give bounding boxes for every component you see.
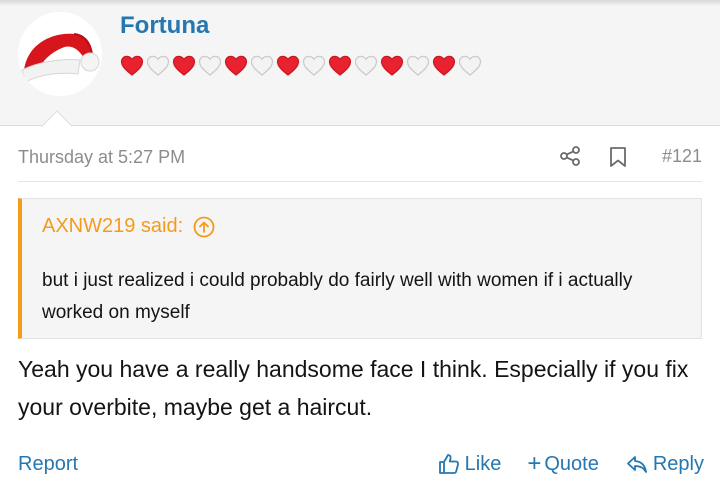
top-shadow xyxy=(0,0,720,6)
post-number[interactable]: #121 xyxy=(662,146,702,167)
post-meta: Thursday at 5:27 PM #121 xyxy=(18,145,702,169)
red-heart-icon xyxy=(380,55,404,76)
santa-hat-icon xyxy=(21,33,100,83)
user-header: Fortuna xyxy=(0,0,720,126)
divider xyxy=(18,181,702,182)
like-button[interactable]: Like xyxy=(437,452,502,476)
post-footer: Report Like + Quote Reply xyxy=(18,452,704,480)
white-heart-icon xyxy=(250,55,274,76)
white-heart-icon xyxy=(458,55,482,76)
like-label: Like xyxy=(464,452,502,475)
bookmark-icon[interactable] xyxy=(608,146,628,168)
post-date[interactable]: Thursday at 5:27 PM xyxy=(18,147,185,168)
reply-icon xyxy=(626,456,647,473)
red-heart-icon xyxy=(172,55,196,76)
red-heart-icon xyxy=(432,55,456,76)
quote-text: but i just realized i could probably do … xyxy=(42,270,633,323)
quote-label: Quote xyxy=(544,452,599,475)
white-heart-icon xyxy=(354,55,378,76)
plus-icon: + xyxy=(527,450,542,477)
reply-button[interactable]: Reply xyxy=(625,452,704,476)
red-heart-icon xyxy=(276,55,300,76)
username[interactable]: Fortuna xyxy=(120,12,209,40)
message-text: Yeah you have a really handsome face I t… xyxy=(18,356,689,420)
quote-button[interactable]: + Quote xyxy=(527,450,599,477)
arrow-up-circle-icon[interactable] xyxy=(193,216,215,238)
quote-author: AXNW219 said: xyxy=(42,215,184,237)
heart-badges xyxy=(119,54,483,78)
white-heart-icon xyxy=(198,55,222,76)
red-heart-icon xyxy=(328,55,352,76)
report-link[interactable]: Report xyxy=(18,453,78,476)
quote-block: AXNW219 said: but i just realized i coul… xyxy=(18,198,702,339)
share-icon[interactable] xyxy=(559,145,581,167)
red-heart-icon xyxy=(224,55,248,76)
white-heart-icon xyxy=(406,55,430,76)
red-heart-icon xyxy=(120,55,144,76)
reply-label: Reply xyxy=(652,452,704,475)
post-actions: Like + Quote Reply xyxy=(411,452,704,476)
white-heart-icon xyxy=(146,55,170,76)
quote-author-link[interactable]: AXNW219 said: xyxy=(42,215,215,238)
white-heart-icon xyxy=(302,55,326,76)
avatar[interactable] xyxy=(18,12,102,96)
thumbs-up-icon xyxy=(438,454,459,474)
